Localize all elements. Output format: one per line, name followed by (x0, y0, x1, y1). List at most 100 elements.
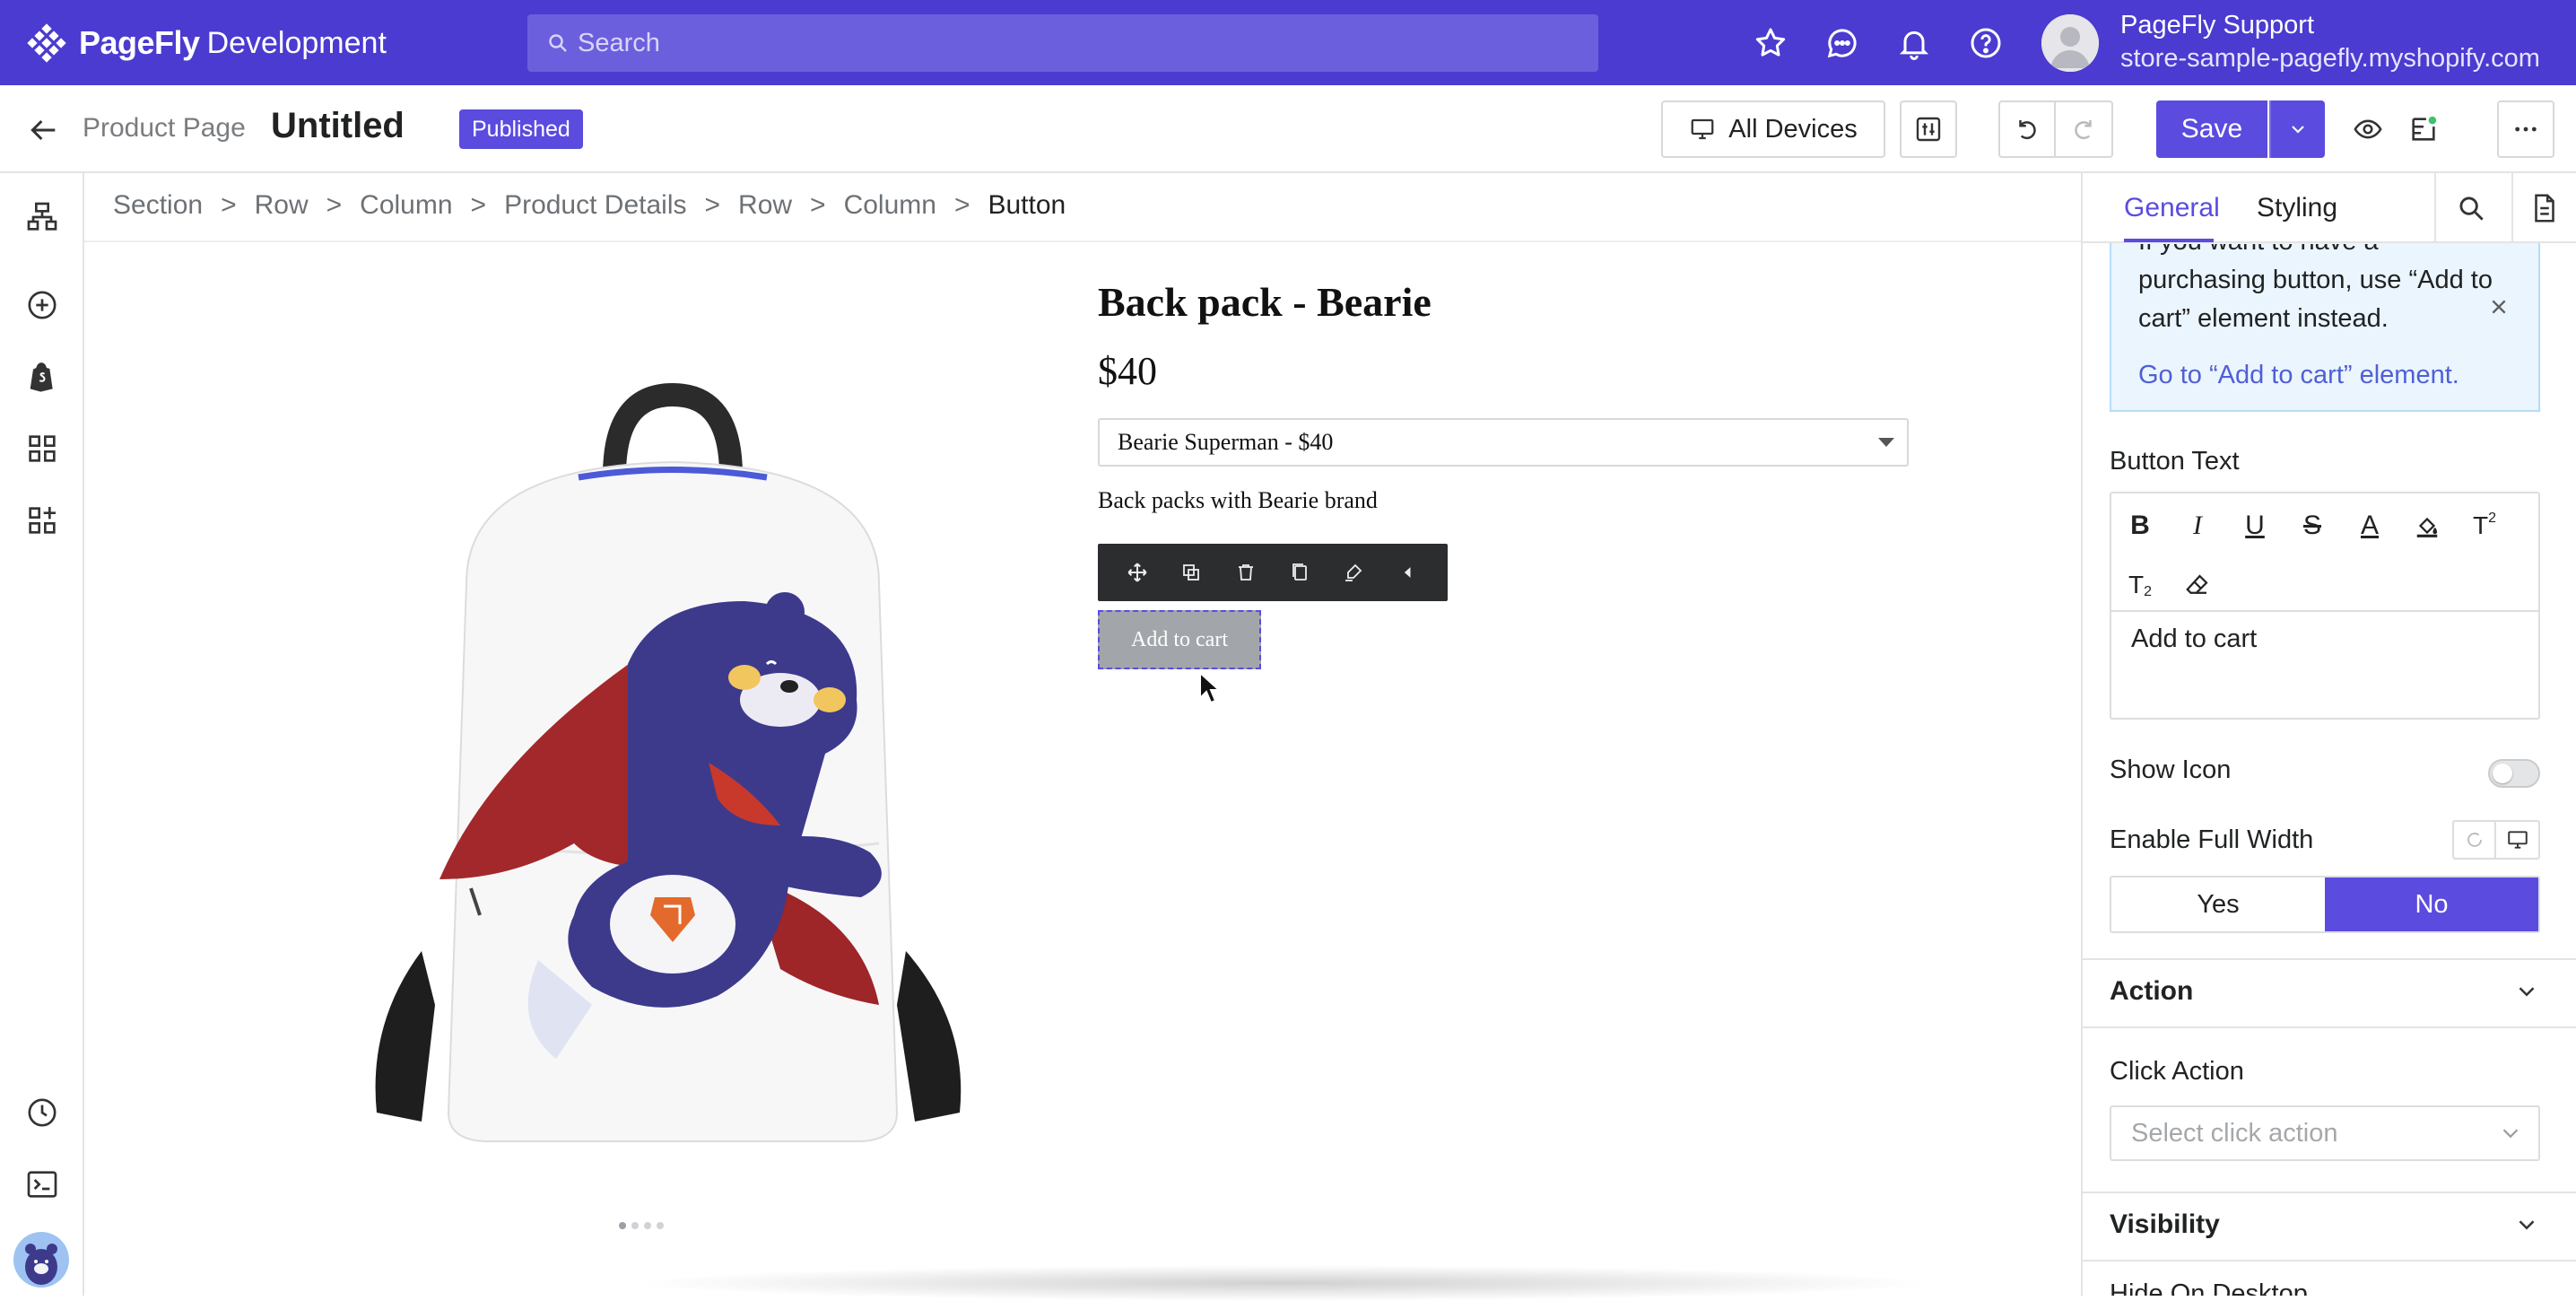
element-toolbar (1098, 544, 1448, 601)
user-avatar[interactable] (2041, 14, 2099, 72)
product-image[interactable] (359, 377, 987, 1157)
pagefly-logo-icon (27, 23, 66, 63)
add-to-cart-button-canvas[interactable]: Add to cart (1098, 610, 1261, 669)
highlight-color-icon[interactable] (2409, 508, 2445, 544)
move-icon[interactable] (1110, 544, 1164, 601)
device-selector-button[interactable]: All Devices (1661, 100, 1885, 158)
underline-icon[interactable]: U (2237, 508, 2273, 544)
user-name[interactable]: PageFly Support (2120, 11, 2314, 40)
user-store-domain[interactable]: store-sample-pagefly.myshopify.com (2120, 44, 2540, 74)
breadcrumb-item[interactable]: Product Details (504, 190, 686, 221)
brand-name: PageFly (79, 24, 200, 61)
chevron-down-icon[interactable] (2513, 1211, 2540, 1238)
click-action-label: Click Action (2110, 1057, 2244, 1086)
reset-icon[interactable] (2454, 822, 2497, 858)
bold-icon[interactable]: B (2122, 508, 2158, 544)
visibility-section-title: Visibility (2110, 1209, 2220, 1239)
italic-icon[interactable]: I (2180, 508, 2215, 544)
chevron-down-icon[interactable] (2513, 978, 2540, 1005)
breadcrumb-item[interactable]: Section (113, 190, 203, 221)
device-label: All Devices (1728, 114, 1858, 144)
subscript-icon[interactable]: T2 (2122, 567, 2158, 603)
section-shadow (628, 1265, 1937, 1301)
undo-icon (2014, 116, 2041, 143)
chat-icon[interactable] (1824, 25, 1860, 61)
undo-button[interactable] (2000, 102, 2056, 156)
mouse-cursor-icon (1198, 671, 1222, 705)
divider (2434, 173, 2436, 243)
history-clock-icon[interactable] (24, 1095, 60, 1131)
button-text-label: Button Text (2110, 447, 2240, 476)
product-description[interactable]: Back packs with Bearie brand (1098, 487, 1378, 514)
breadcrumb-current[interactable]: Button (988, 190, 1066, 221)
bell-icon[interactable] (1896, 25, 1932, 61)
duplicate-icon[interactable] (1164, 544, 1218, 601)
carousel-dot[interactable] (631, 1222, 639, 1229)
button-text-value[interactable]: Add to cart (2131, 624, 2257, 654)
breadcrumb-item[interactable]: Row (255, 190, 309, 221)
notice-link[interactable]: Go to “Add to cart” element. (2138, 361, 2459, 390)
carousel-dot[interactable] (619, 1222, 626, 1229)
yes-option[interactable]: Yes (2111, 878, 2325, 931)
breadcrumb-separator: > (953, 190, 970, 220)
text-color-icon[interactable]: A (2352, 508, 2388, 544)
product-price[interactable]: $40 (1098, 348, 1157, 394)
breadcrumb-item[interactable]: Row (738, 190, 792, 221)
document-icon[interactable] (2528, 191, 2562, 225)
chevron-down-icon (2287, 118, 2309, 140)
paint-brush-icon[interactable] (1327, 544, 1380, 601)
search-icon[interactable] (2454, 191, 2488, 225)
close-icon[interactable] (2485, 293, 2513, 321)
page-title[interactable]: Untitled (271, 106, 405, 146)
carousel-dots (619, 1222, 664, 1229)
eye-icon (2353, 114, 2383, 144)
preview-button[interactable] (2339, 100, 2397, 158)
carousel-dot[interactable] (657, 1222, 664, 1229)
desktop-icon[interactable] (2496, 822, 2538, 858)
hide-on-desktop-label: Hide On Desktop (2110, 1279, 2308, 1296)
strikethrough-icon[interactable]: S (2294, 508, 2330, 544)
add-element-icon[interactable] (24, 287, 60, 323)
sliders-icon (1914, 115, 1943, 144)
publish-icon (2408, 114, 2439, 144)
carousel-dot[interactable] (644, 1222, 651, 1229)
product-title[interactable]: Back pack - Bearie (1098, 278, 1432, 326)
page-type-label[interactable]: Product Page (83, 113, 246, 144)
breadcrumb-item[interactable]: Column (844, 190, 936, 221)
bear-avatar-icon[interactable] (13, 1231, 70, 1288)
terminal-icon[interactable] (24, 1166, 60, 1202)
eraser-icon[interactable] (2180, 567, 2215, 603)
save-options-dropdown[interactable] (2269, 100, 2325, 158)
action-section-title: Action (2110, 976, 2194, 1006)
show-icon-toggle[interactable] (2488, 759, 2540, 788)
star-icon[interactable] (1753, 25, 1788, 61)
help-icon[interactable] (1968, 25, 2004, 61)
click-action-select[interactable]: Select click action (2110, 1105, 2540, 1161)
delete-icon[interactable] (1219, 544, 1273, 601)
full-width-segmented-control: Yes No (2110, 876, 2540, 933)
apps-icon[interactable] (24, 502, 60, 538)
status-badge: Published (459, 109, 583, 149)
grid-icon[interactable] (24, 431, 60, 467)
back-arrow-icon[interactable] (25, 112, 61, 148)
layers-icon[interactable] (24, 199, 60, 235)
collapse-left-icon[interactable] (1381, 544, 1435, 601)
search-input[interactable]: Search (527, 14, 1598, 72)
tab-styling[interactable]: Styling (2257, 193, 2337, 223)
save-button[interactable]: Save (2156, 100, 2267, 158)
publish-status-button[interactable] (2395, 100, 2452, 158)
app-logo[interactable]: PageFly Development (27, 20, 387, 66)
superscript-icon[interactable]: T2 (2467, 508, 2502, 544)
page-settings-button[interactable] (1900, 100, 1957, 158)
element-breadcrumb: Section > Row > Column > Product Details > R… (113, 190, 1066, 221)
redo-button[interactable] (2056, 102, 2111, 156)
copy-icon[interactable] (1273, 544, 1327, 601)
variant-select[interactable]: Bearie Superman - $40 (1098, 418, 1909, 467)
breadcrumb-separator: > (326, 190, 343, 220)
no-option[interactable]: No (2325, 878, 2538, 931)
shopify-icon[interactable] (24, 359, 60, 395)
tab-general[interactable]: General (2124, 193, 2220, 223)
show-icon-label: Show Icon (2110, 755, 2232, 784)
more-options-button[interactable] (2497, 100, 2554, 158)
breadcrumb-item[interactable]: Column (360, 190, 452, 221)
